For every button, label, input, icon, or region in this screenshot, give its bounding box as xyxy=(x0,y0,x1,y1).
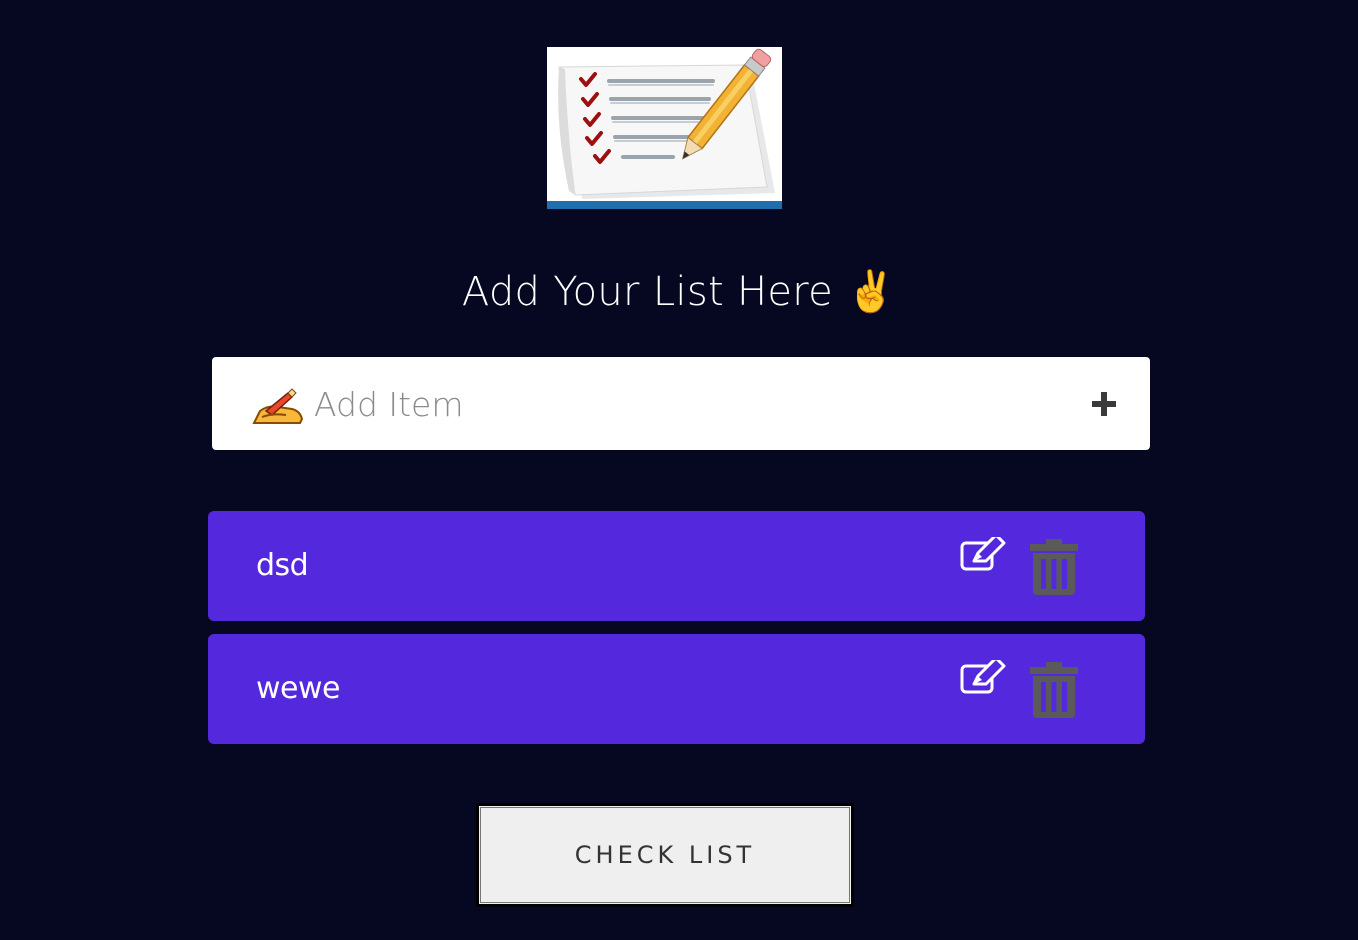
trash-icon[interactable] xyxy=(1028,662,1080,718)
list-item-text: dsd xyxy=(256,548,309,583)
page-title: Add Your List Here ✌ xyxy=(0,262,1358,322)
checklist-logo xyxy=(547,47,782,209)
checklist-illustration-icon xyxy=(547,48,782,209)
edit-icon[interactable] xyxy=(960,660,1008,696)
list-item-text: wewe xyxy=(256,671,341,706)
trash-icon[interactable] xyxy=(1028,539,1080,595)
list-item: dsd xyxy=(208,511,1145,621)
add-item-button[interactable] xyxy=(1090,390,1118,418)
add-item-bar xyxy=(212,357,1150,450)
page-title-text: Add Your List Here ✌ xyxy=(461,269,897,315)
edit-icon[interactable] xyxy=(960,537,1008,573)
check-list-button[interactable]: CHECK LIST xyxy=(476,803,854,907)
writing-hand-icon xyxy=(252,388,304,424)
list-item: wewe xyxy=(208,634,1145,744)
add-item-input[interactable] xyxy=(314,379,1054,429)
